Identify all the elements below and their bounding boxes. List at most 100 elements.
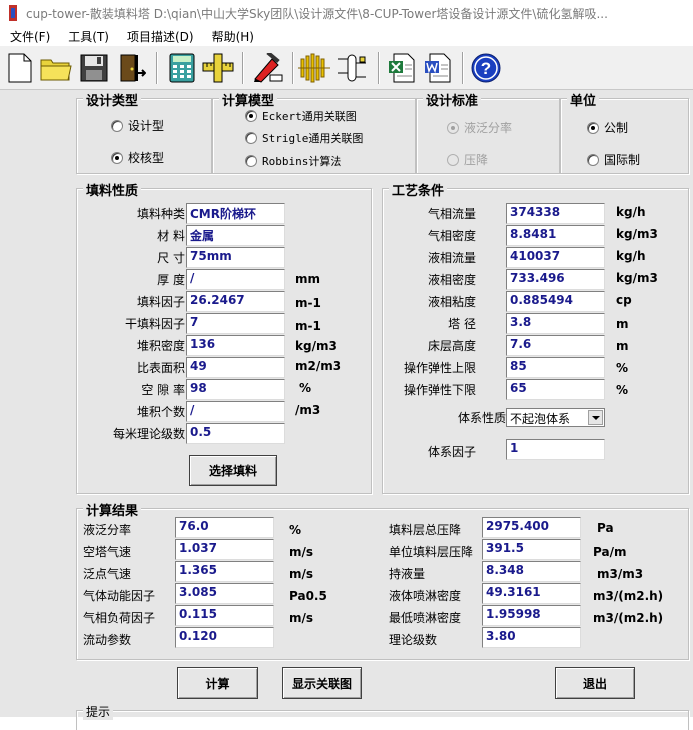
select-packing-button[interactable]: 选择填料 bbox=[189, 455, 277, 486]
operating-upper-limit-field[interactable]: 85 bbox=[506, 357, 605, 378]
liquid-viscosity-unit: cp bbox=[616, 293, 632, 307]
show-chart-button[interactable]: 显示关联图 bbox=[282, 667, 362, 699]
tower-diameter-unit: m bbox=[616, 317, 629, 331]
exit-button[interactable]: 退出 bbox=[555, 667, 635, 699]
min-spray-density-field[interactable]: 1.95998 bbox=[482, 605, 581, 626]
radio-dot bbox=[111, 151, 123, 164]
flooding-velocity-label: 泛点气速 bbox=[83, 567, 132, 581]
menu-bar: 文件(F) 工具(T) 项目描述(D) 帮助(H) bbox=[0, 26, 693, 46]
superficial-gas-velocity-unit: m/s bbox=[289, 545, 314, 559]
menu-file[interactable]: 文件(F) bbox=[4, 28, 56, 45]
unit-pressure-drop-field[interactable]: 391.5 bbox=[482, 539, 581, 560]
bed-height-field[interactable]: 7.6 bbox=[506, 335, 605, 356]
radio-eckert[interactable]: Eckert通用关联图 bbox=[245, 108, 357, 124]
theoretical-stages-field[interactable]: 3.80 bbox=[482, 627, 581, 648]
radio-check-mode[interactable]: 校核型 bbox=[111, 149, 164, 166]
liquid-viscosity-field[interactable]: 0.885494 bbox=[506, 291, 605, 312]
flood-fraction-unit: % bbox=[289, 523, 302, 537]
dry-packing-factor-field[interactable]: 7 bbox=[186, 313, 285, 334]
unit-pressure-drop-label: 单位填料层压降 bbox=[389, 545, 474, 559]
radio-metric[interactable]: 公制 bbox=[587, 119, 628, 136]
size-label: 尺 寸 bbox=[157, 251, 185, 265]
packing-tower-icon[interactable] bbox=[298, 52, 330, 84]
theoretical-stages-per-meter-label: 每米理论级数 bbox=[112, 427, 185, 441]
radio-strigle[interactable]: Strigle通用关联图 bbox=[245, 130, 363, 146]
radio-design-mode[interactable]: 设计型 bbox=[111, 117, 164, 134]
radio-label: Robbins计算法 bbox=[262, 155, 342, 168]
system-property-select[interactable]: 不起泡体系 bbox=[506, 408, 605, 427]
radio-flood-fraction[interactable]: 液泛分率 bbox=[447, 119, 512, 136]
radio-pressure-drop[interactable]: 压降 bbox=[447, 151, 488, 168]
main-panel: 设计类型 设计型 校核型 计算模型 Eckert通用关联图 Strigle通用关… bbox=[0, 90, 693, 730]
menu-project-description[interactable]: 项目描述(D) bbox=[121, 28, 200, 45]
gas-kinetic-factor-label: 气体动能因子 bbox=[83, 589, 156, 603]
word-export-icon[interactable] bbox=[422, 52, 454, 84]
open-folder-icon[interactable] bbox=[40, 52, 72, 84]
tower-diameter-field[interactable]: 3.8 bbox=[506, 313, 605, 334]
void-fraction-field[interactable]: 98 bbox=[186, 379, 285, 400]
menu-help[interactable]: 帮助(H) bbox=[206, 28, 260, 45]
excel-export-icon[interactable] bbox=[386, 52, 418, 84]
toolbar-separator bbox=[242, 52, 244, 84]
gas-flow-field[interactable]: 374338 bbox=[506, 203, 605, 224]
thickness-field[interactable]: / bbox=[186, 269, 285, 290]
radio-dot bbox=[587, 121, 599, 134]
results-group: 计算结果 液泛分率 76.0 % 空塔气速 1.037 m/s 泛点气速 1.3… bbox=[76, 500, 689, 660]
process-flow-icon[interactable] bbox=[336, 52, 368, 84]
gas-load-factor-field[interactable]: 0.115 bbox=[175, 605, 274, 626]
gas-density-field[interactable]: 8.8481 bbox=[506, 225, 605, 246]
radio-robbins[interactable]: Robbins计算法 bbox=[245, 153, 341, 169]
bulk-density-unit: kg/m3 bbox=[295, 339, 337, 353]
flooding-velocity-field[interactable]: 1.365 bbox=[175, 561, 274, 582]
packing-factor-field[interactable]: 26.2467 bbox=[186, 291, 285, 312]
liquid-holdup-field[interactable]: 8.348 bbox=[482, 561, 581, 582]
radio-label: 校核型 bbox=[128, 151, 165, 165]
gas-kinetic-factor-unit: Pa0.5 bbox=[289, 589, 327, 603]
toolbar: ? bbox=[0, 46, 693, 90]
save-disk-icon[interactable] bbox=[78, 52, 110, 84]
material-field[interactable]: 金属 bbox=[186, 225, 285, 246]
radio-dot bbox=[587, 153, 599, 166]
flow-parameter-label: 流动参数 bbox=[83, 633, 132, 647]
theoretical-stages-label: 理论级数 bbox=[389, 633, 438, 647]
drawing-tools-icon[interactable] bbox=[252, 52, 284, 84]
liquid-flow-field[interactable]: 410037 bbox=[506, 247, 605, 268]
calculate-button[interactable]: 计算 bbox=[177, 667, 258, 699]
void-fraction-unit: % bbox=[299, 381, 312, 395]
menu-tools[interactable]: 工具(T) bbox=[62, 28, 115, 45]
calc-model-title: 计算模型 bbox=[219, 90, 278, 109]
packing-type-field[interactable]: CMR阶梯环 bbox=[186, 203, 285, 224]
radio-dot bbox=[245, 155, 257, 167]
help-icon[interactable]: ? bbox=[470, 52, 502, 84]
void-fraction-label: 空 隙 率 bbox=[141, 383, 185, 397]
size-field[interactable]: 75mm bbox=[186, 247, 285, 268]
toolbar-separator bbox=[378, 52, 380, 84]
flow-parameter-field[interactable]: 0.120 bbox=[175, 627, 274, 648]
theoretical-stages-per-meter-field[interactable]: 0.5 bbox=[186, 423, 285, 444]
system-factor-field[interactable]: 1 bbox=[506, 439, 605, 460]
gas-density-label: 气相密度 bbox=[427, 229, 476, 243]
total-pressure-drop-field[interactable]: 2975.400 bbox=[482, 517, 581, 538]
liquid-spray-density-field[interactable]: 49.3161 bbox=[482, 583, 581, 604]
bulk-density-field[interactable]: 136 bbox=[186, 335, 285, 356]
specific-area-field[interactable]: 49 bbox=[186, 357, 285, 378]
process-title: 工艺条件 bbox=[389, 180, 448, 199]
liquid-density-field[interactable]: 733.496 bbox=[506, 269, 605, 290]
new-file-icon[interactable] bbox=[4, 52, 36, 84]
gas-kinetic-factor-field[interactable]: 3.085 bbox=[175, 583, 274, 604]
hint-group: 提示 bbox=[76, 703, 689, 730]
bulk-density-label: 堆积密度 bbox=[136, 339, 185, 353]
flood-fraction-field[interactable]: 76.0 bbox=[175, 517, 274, 538]
operating-lower-limit-field[interactable]: 65 bbox=[506, 379, 605, 400]
exit-door-icon[interactable] bbox=[116, 52, 148, 84]
radio-si[interactable]: 国际制 bbox=[587, 151, 640, 168]
superficial-gas-velocity-field[interactable]: 1.037 bbox=[175, 539, 274, 560]
calculator-icon[interactable] bbox=[166, 52, 198, 84]
ruler-icon[interactable] bbox=[202, 52, 234, 84]
packing-count-label: 堆积个数 bbox=[136, 405, 185, 419]
packing-count-field[interactable]: / bbox=[186, 401, 285, 422]
design-standard-title: 设计标准 bbox=[423, 90, 482, 109]
chevron-down-icon[interactable] bbox=[588, 410, 603, 425]
flood-fraction-label: 液泛分率 bbox=[83, 523, 132, 537]
calc-model-group: 计算模型 Eckert通用关联图 Strigle通用关联图 Robbins计算法 bbox=[212, 90, 416, 174]
